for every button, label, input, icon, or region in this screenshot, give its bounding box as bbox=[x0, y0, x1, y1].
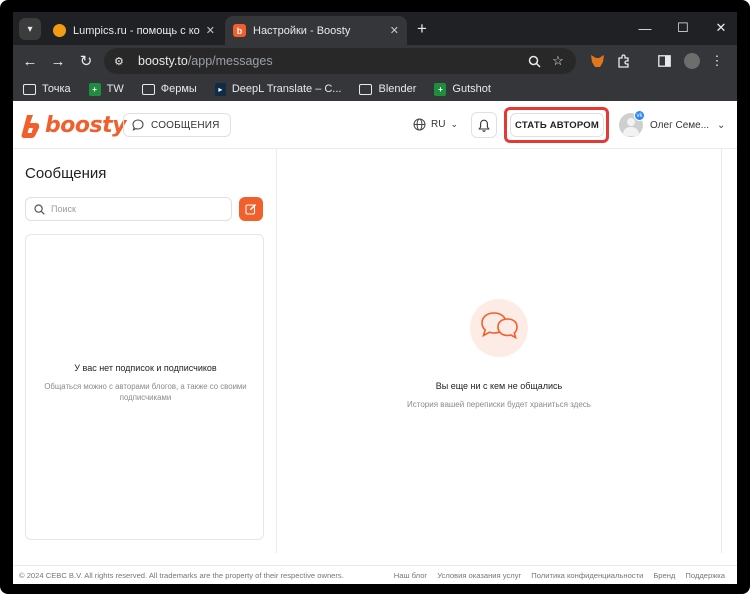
globe-icon bbox=[413, 118, 426, 131]
folder-icon bbox=[359, 83, 373, 95]
screen-frame: ▾ Lumpics.ru - помощь с компь ✕ b Настро… bbox=[0, 0, 750, 594]
folder-icon bbox=[23, 83, 36, 95]
reload-button[interactable]: ↻ bbox=[75, 50, 97, 72]
sheets-icon: + bbox=[434, 82, 447, 96]
browser-toolbar: ← → ↻ ⚙ boosty.to/app/messages ☆ ⋮ bbox=[13, 45, 737, 77]
bookmark-label: TW bbox=[106, 83, 124, 95]
close-icon[interactable]: ✕ bbox=[390, 24, 399, 37]
boosty-logo-icon bbox=[21, 114, 40, 138]
address-bar[interactable]: ⚙ boosty.to/app/messages bbox=[104, 48, 576, 74]
boosty-favicon-icon: b bbox=[233, 24, 246, 37]
close-icon[interactable]: ✕ bbox=[206, 24, 215, 37]
tab-boosty[interactable]: b Настройки - Boosty ✕ bbox=[225, 16, 407, 45]
bookmark-label: Blender bbox=[378, 83, 417, 95]
bookmark-star-icon[interactable]: ☆ bbox=[548, 51, 568, 71]
edit-icon bbox=[245, 204, 257, 215]
bookmark-label: DeepL Translate – C... bbox=[231, 83, 342, 95]
search-icon[interactable] bbox=[524, 51, 544, 71]
become-author-button[interactable]: СТАТЬ АВТОРОМ bbox=[510, 113, 604, 137]
page-title: Сообщения bbox=[25, 165, 107, 182]
folder-icon bbox=[141, 83, 155, 95]
profile-avatar[interactable] bbox=[682, 51, 702, 71]
sheets-icon: + bbox=[88, 82, 101, 96]
user-menu[interactable]: vk Олег Семе... ⌄ bbox=[619, 110, 726, 137]
footer-link-privacy[interactable]: Политика конфиденциальности bbox=[531, 571, 643, 580]
bookmark-label: Точка bbox=[42, 83, 71, 95]
footer-link-brand[interactable]: Бренд bbox=[653, 571, 675, 580]
bookmark-label: Gutshot bbox=[452, 83, 491, 95]
chat-bubbles-icon bbox=[470, 299, 528, 357]
maximize-button[interactable]: ☐ bbox=[665, 16, 701, 40]
avatar: vk bbox=[619, 110, 645, 137]
footer-link-support[interactable]: Поддержка bbox=[685, 571, 725, 580]
chat-panel: Вы еще ни с кем не общались История ваше… bbox=[277, 149, 721, 553]
footer-link-blog[interactable]: Наш блог bbox=[394, 571, 427, 580]
footer-link-terms[interactable]: Условия оказания услуг bbox=[437, 571, 521, 580]
vk-badge-icon: vk bbox=[634, 110, 645, 121]
close-window-button[interactable]: ✕ bbox=[703, 16, 737, 40]
tab-strip: ▾ Lumpics.ru - помощь с компь ✕ b Настро… bbox=[13, 12, 737, 45]
chat-icon bbox=[132, 119, 144, 131]
back-button[interactable]: ← bbox=[19, 50, 41, 72]
site-header: boosty СООБЩЕНИЯ RU ⌄ СТАТЬ АВТОРОМ vk О… bbox=[13, 101, 737, 149]
browser-window: ▾ Lumpics.ru - помощь с компь ✕ b Настро… bbox=[13, 12, 737, 584]
deepl-icon: ▸ bbox=[214, 82, 226, 96]
forward-button[interactable]: → bbox=[47, 50, 69, 72]
menu-dots-icon[interactable]: ⋮ bbox=[707, 51, 727, 71]
search-input[interactable]: Поиск bbox=[25, 197, 232, 221]
chat-empty-subtitle: История вашей переписки будет храниться … bbox=[407, 400, 591, 409]
tab-title: Настройки - Boosty bbox=[253, 24, 351, 37]
extensions-puzzle-icon[interactable] bbox=[614, 51, 634, 71]
search-icon bbox=[34, 203, 45, 215]
lumpics-favicon-icon bbox=[53, 24, 66, 37]
logo-text: boosty bbox=[45, 113, 126, 138]
bookmark-item[interactable]: Точка bbox=[23, 83, 71, 95]
conversations-panel: Сообщения Поиск У вас нет подписок и под… bbox=[13, 149, 276, 553]
new-tab-button[interactable]: + bbox=[411, 18, 433, 40]
bookmark-item[interactable]: Blender bbox=[359, 83, 416, 95]
minimize-button[interactable]: — bbox=[627, 16, 663, 40]
messages-button-label: СООБЩЕНИЯ bbox=[151, 119, 220, 131]
bookmark-item[interactable]: + Gutshot bbox=[434, 82, 491, 96]
side-panel-icon[interactable] bbox=[654, 51, 674, 71]
chat-empty-title: Вы еще ни с кем не общались bbox=[435, 381, 563, 391]
panel-border bbox=[721, 149, 722, 553]
bookmark-label: Фермы bbox=[160, 83, 197, 95]
user-name: Олег Семе... bbox=[650, 119, 710, 131]
bookmark-item[interactable]: + TW bbox=[88, 82, 124, 96]
copyright-text: © 2024 CEBC B.V. All rights reserved. Al… bbox=[19, 570, 344, 580]
notifications-button[interactable] bbox=[471, 112, 497, 138]
chevron-down-icon: ⌄ bbox=[450, 119, 458, 129]
bell-icon bbox=[478, 119, 490, 132]
boosty-logo[interactable]: boosty bbox=[21, 113, 126, 138]
footer-links: Наш блог Условия оказания услуг Политика… bbox=[384, 571, 725, 580]
empty-state-subtitle: Общаться можно с авторами блогов, а такж… bbox=[44, 382, 247, 402]
language-selector[interactable]: RU ⌄ bbox=[413, 118, 458, 131]
search-placeholder: Поиск bbox=[51, 204, 76, 214]
url-text: boosty.to/app/messages bbox=[138, 54, 273, 68]
site-info-icon[interactable]: ⚙ bbox=[114, 55, 132, 68]
tab-lumpics[interactable]: Lumpics.ru - помощь с компь ✕ bbox=[45, 16, 223, 45]
bookmarks-bar: Точка + TW Фермы ▸ DeepL Translate – C... … bbox=[13, 77, 737, 101]
chevron-down-icon: ⌄ bbox=[717, 119, 726, 131]
metamask-extension-icon[interactable] bbox=[587, 51, 607, 71]
tab-title: Lumpics.ru - помощь с компь bbox=[73, 24, 200, 37]
tab-search-button[interactable]: ▾ bbox=[19, 18, 41, 40]
messages-button[interactable]: СООБЩЕНИЯ bbox=[123, 113, 231, 137]
site-footer: © 2024 CEBC B.V. All rights reserved. Al… bbox=[13, 565, 737, 584]
bookmark-item[interactable]: Фермы bbox=[141, 83, 197, 95]
new-message-button[interactable] bbox=[239, 197, 263, 221]
empty-state-title: У вас нет подписок и подписчиков bbox=[74, 363, 217, 373]
bookmark-item[interactable]: ▸ DeepL Translate – C... bbox=[214, 82, 342, 96]
page-content: boosty СООБЩЕНИЯ RU ⌄ СТАТЬ АВТОРОМ vk О… bbox=[13, 101, 737, 584]
subscriptions-list: У вас нет подписок и подписчиков Общатьс… bbox=[25, 234, 264, 540]
language-label: RU bbox=[431, 119, 446, 130]
